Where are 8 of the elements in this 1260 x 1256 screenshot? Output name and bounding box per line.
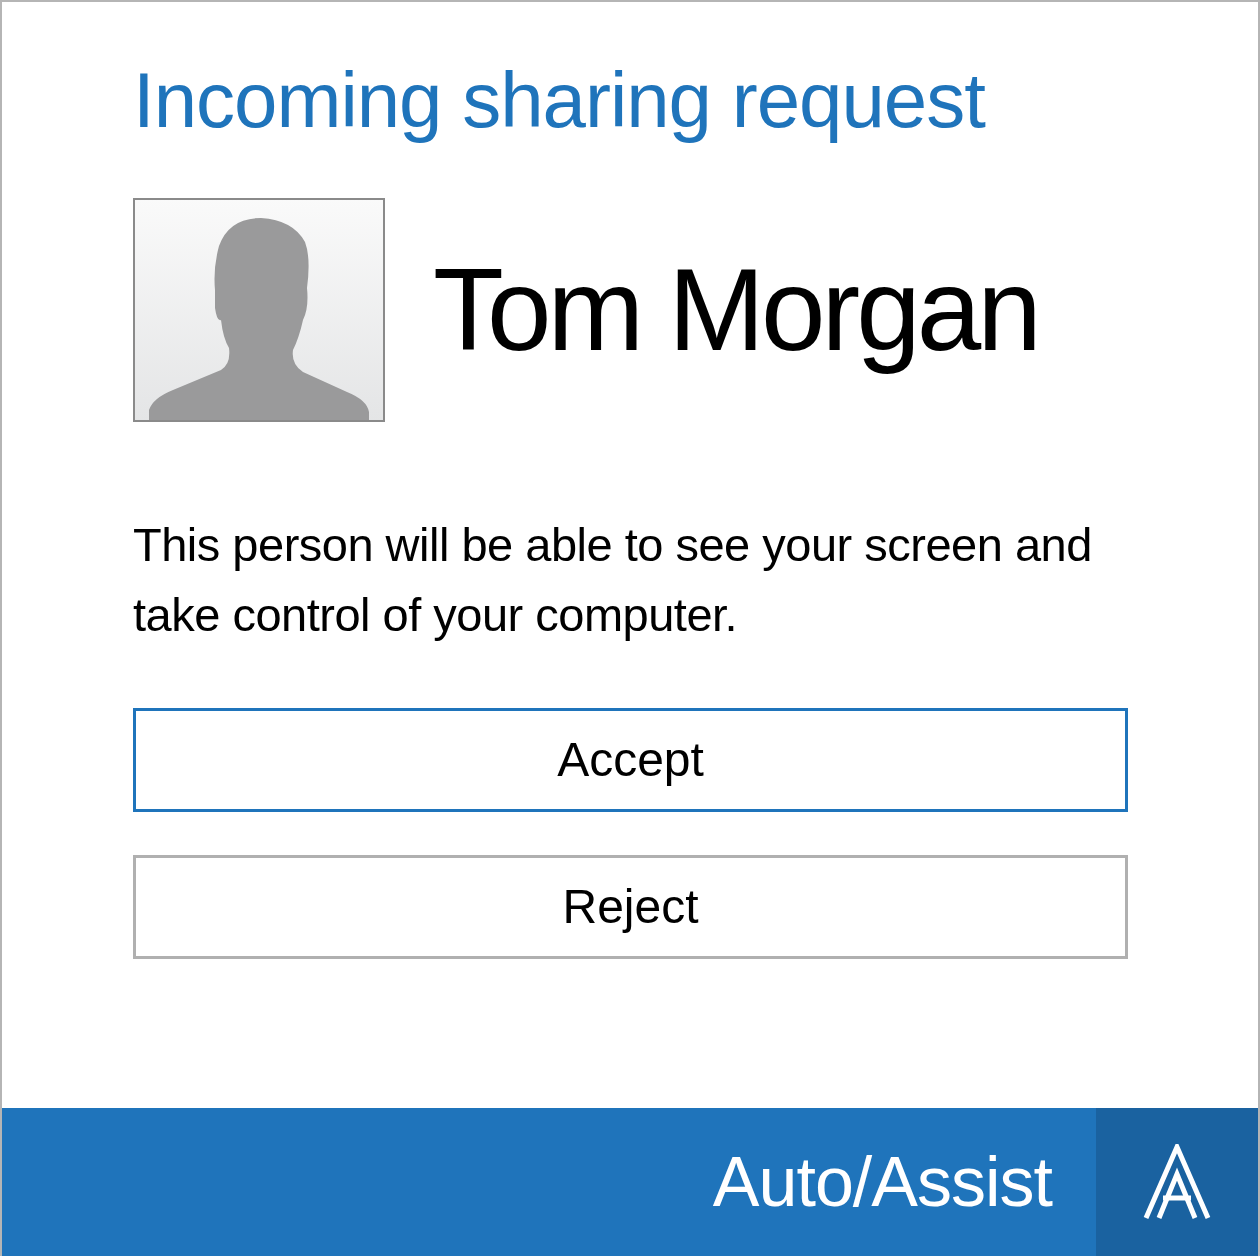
dialog-title: Incoming sharing request	[133, 55, 987, 146]
contact-name: Tom Morgan	[433, 243, 1038, 377]
accept-button[interactable]: Accept	[133, 707, 1128, 812]
logo-icon	[1143, 1144, 1211, 1220]
message-text: This person will be able to see your screen and take control of your computer.	[133, 516, 1093, 643]
brand-name: Auto/Assist	[712, 1142, 1052, 1222]
reject-button[interactable]: Reject	[133, 854, 1128, 959]
avatar-icon	[133, 197, 385, 422]
